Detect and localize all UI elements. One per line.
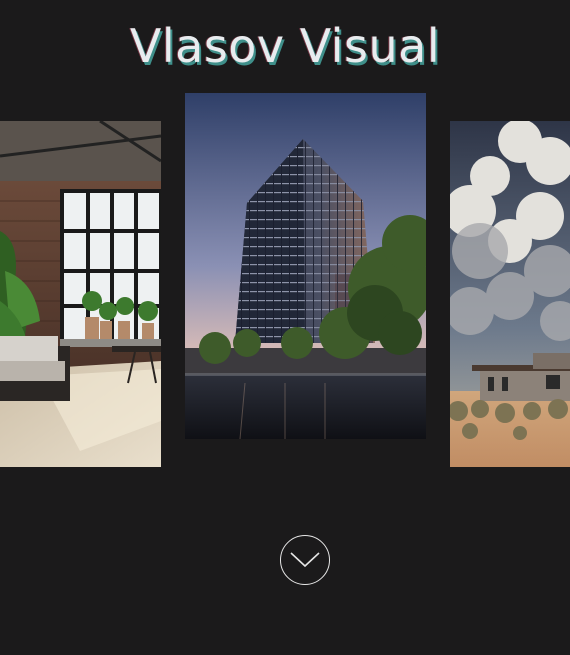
loft-bedroom-image	[0, 121, 161, 467]
chevron-down-icon	[290, 552, 320, 568]
scroll-down-button[interactable]	[280, 535, 330, 585]
image-carousel	[0, 0, 570, 500]
desert-house-image	[450, 121, 570, 467]
slide-residential-tower[interactable]	[185, 93, 426, 439]
slide-desert-house[interactable]	[450, 121, 570, 467]
slide-loft-bedroom[interactable]	[0, 121, 161, 467]
residential-tower-image	[185, 93, 426, 439]
